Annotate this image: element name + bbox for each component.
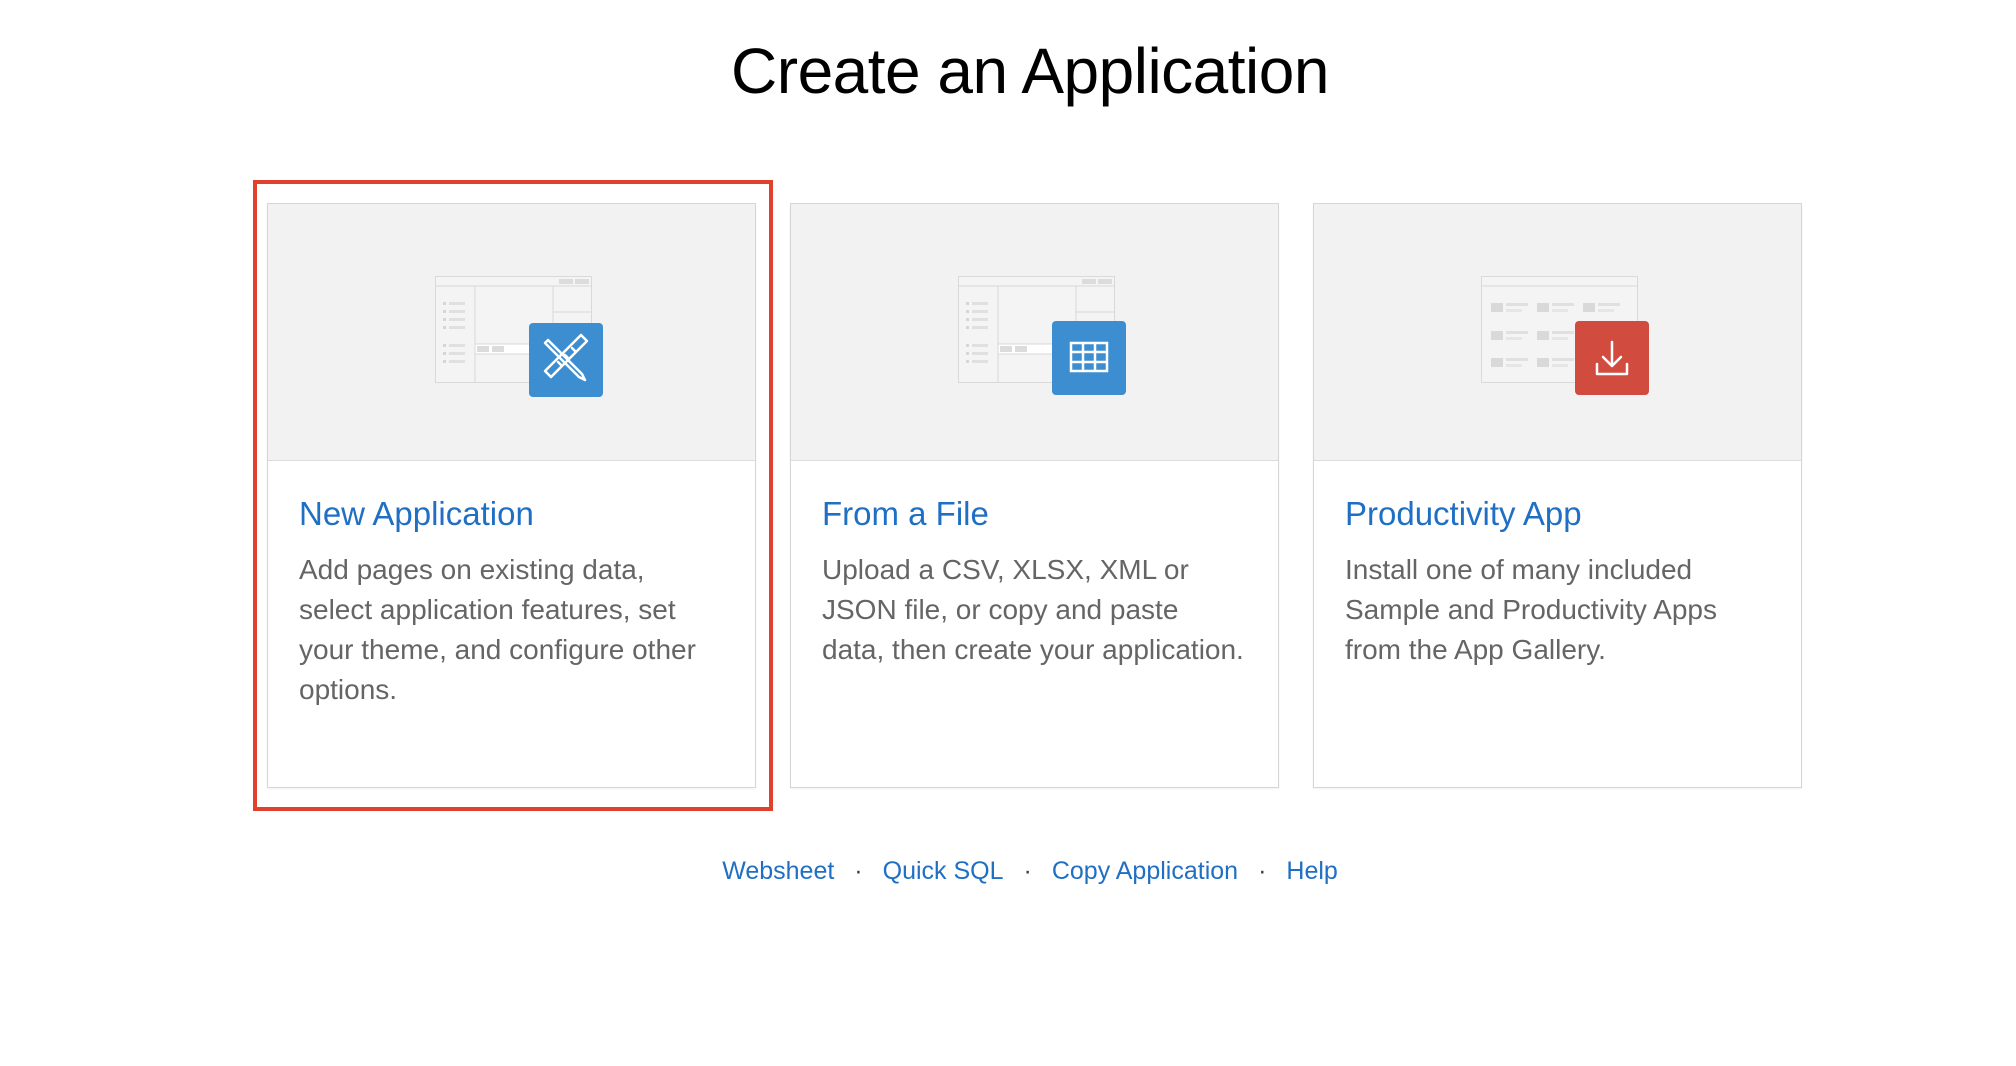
websheet-link[interactable]: Websheet (722, 857, 834, 885)
link-separator: · (1258, 857, 1267, 885)
card-description: Install one of many included Sample and … (1345, 554, 1717, 665)
new-application-card[interactable]: New Application Add pages on existing da… (267, 203, 756, 788)
card-description: Upload a CSV, XLSX, XML or JSON file, or… (822, 554, 1244, 665)
footer-links: Websheet · Quick SQL · Copy Application · Help (0, 856, 2016, 886)
help-link[interactable]: Help (1286, 857, 1337, 885)
card-title: From a File (822, 495, 989, 532)
link-separator: · (1023, 857, 1032, 885)
card-description: Add pages on existing data, select appli… (299, 554, 696, 705)
card-illustration-area (791, 204, 1278, 461)
link-separator: · (854, 857, 863, 885)
quick-sql-link[interactable]: Quick SQL (883, 857, 1004, 885)
card-title: New Application (299, 495, 534, 532)
card-illustration-area (268, 204, 755, 461)
table-grid-icon (958, 276, 1126, 395)
from-a-file-card[interactable]: From a File Upload a CSV, XLSX, XML or J… (790, 203, 1279, 788)
copy-application-link[interactable]: Copy Application (1052, 857, 1238, 885)
card-list: New Application Add pages on existing da… (267, 203, 1802, 788)
card-illustration-area (1314, 204, 1801, 461)
design-tools-icon (435, 276, 603, 397)
card-title: Productivity App (1345, 495, 1582, 532)
page-title: Create an Application (731, 35, 1329, 107)
download-icon (1481, 276, 1649, 395)
productivity-app-card[interactable]: Productivity App Install one of many inc… (1313, 203, 1802, 788)
